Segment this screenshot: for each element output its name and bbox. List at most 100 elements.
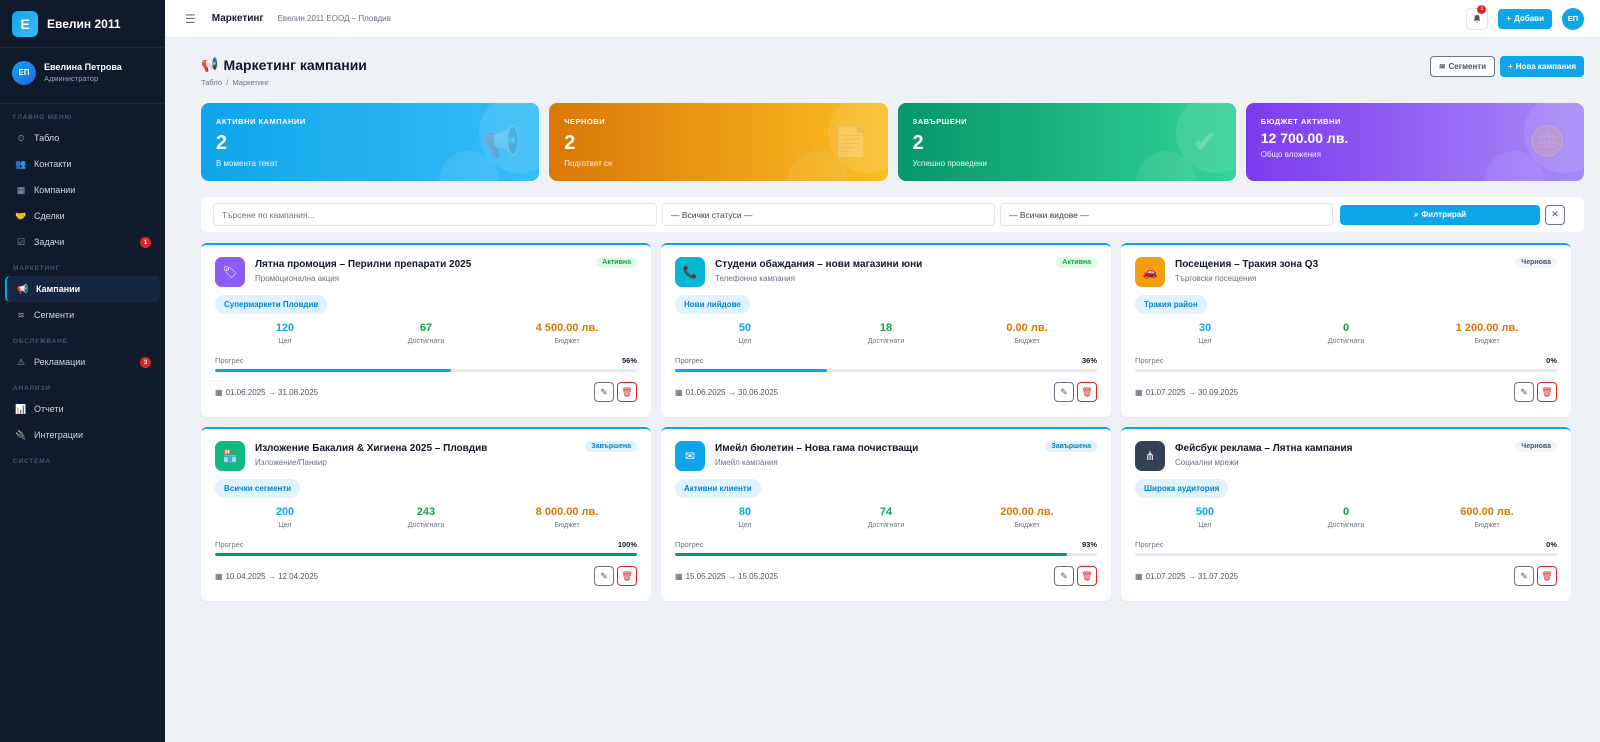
edit-icon: ✎ (1060, 386, 1068, 397)
sidebar-item-label: Кампании (36, 284, 81, 294)
breadcrumb-home[interactable]: Табло (201, 78, 222, 87)
campaign-title[interactable]: Лятна промоция – Перилни препарати 2025 (255, 259, 471, 270)
progress-value: 93% (1081, 540, 1097, 549)
edit-icon: ✎ (600, 570, 608, 581)
breadcrumb-current: Маркетинг (232, 78, 269, 87)
progress-value: 0% (1546, 356, 1557, 365)
stat-value: 2 (912, 132, 924, 154)
sidebar-item[interactable]: 👥 Контакти (0, 151, 165, 177)
edit-button[interactable]: ✎ (594, 566, 614, 586)
user-role: Администратор (44, 74, 99, 83)
sidebar-item[interactable]: 🔌 Интеграции (0, 422, 165, 448)
menu-toggle-icon[interactable]: ☰ (185, 12, 196, 26)
status-select[interactable]: — Всички статуси — (662, 203, 995, 226)
campaign-title[interactable]: Фейсбук реклама – Лятна кампания (1175, 443, 1352, 454)
type-select[interactable]: — Всички видове — (1000, 203, 1333, 226)
delete-button[interactable]: 🗑 (1537, 382, 1557, 402)
sidebar-item[interactable]: ☑ Задачи 1 (0, 229, 165, 255)
nav-section-title: ОБСЛУЖВАНЕ (13, 338, 68, 345)
delete-button[interactable]: 🗑 (1077, 382, 1097, 402)
trash-icon: 🗑 (1081, 386, 1093, 397)
sidebar-nav: ГЛАВНО МЕНЮ ⏲ Табло 👥 Контакти ▦ Компании 🤝 Сдел… (0, 114, 165, 465)
new-campaign-label: Нова кампания (1515, 62, 1576, 71)
topbar: ☰ Маркетинг Евелин 2011 ЕООД – Пловдив 1… (165, 0, 1600, 38)
campaign-card[interactable]: ⋔ Фейсбук реклама – Лятна кампания Социа… (1121, 427, 1571, 601)
calendar-icon: ▦ (675, 387, 683, 397)
delete-button[interactable]: 🗑 (1077, 566, 1097, 586)
progress-value: 36% (1081, 356, 1097, 365)
edit-button[interactable]: ✎ (1514, 566, 1534, 586)
sidebar-item[interactable]: ▦ Компании (0, 177, 165, 203)
stat-active-budget: БЮДЖЕТ АКТИВНИ 12 700.00 лв. Общо вложен… (1245, 103, 1584, 181)
add-button[interactable]: + Добави (1498, 8, 1552, 29)
notifications-button[interactable]: 1 (1466, 4, 1489, 30)
sidebar-item-label: Табло (34, 133, 60, 143)
sidebar-item-badge: 1 (140, 236, 151, 248)
store-icon: 🏪 (215, 441, 245, 471)
campaign-card[interactable]: 🏷 Лятна промоция – Перилни препарати 202… (201, 243, 651, 417)
breadcrumb: Табло / Маркетинг (201, 78, 269, 87)
edit-button[interactable]: ✎ (1054, 382, 1074, 402)
campaign-type: Изложение/Панаир (255, 458, 327, 467)
user-avatar-button[interactable]: ЕП (1562, 7, 1584, 30)
edit-icon: ✎ (1520, 386, 1528, 397)
stat-value: 2 (564, 132, 576, 154)
target-value: 30 (1198, 322, 1212, 334)
edit-button[interactable]: ✎ (1514, 382, 1534, 402)
sidebar-item[interactable]: ≋ Сегменти (0, 302, 165, 328)
campaign-metrics: 120 Цел 67 Достигнати 4 500.00 лв. Бюджет (215, 322, 637, 345)
campaign-type: Социални мрежи (1175, 458, 1239, 467)
segments-button[interactable]: ≋ Сегменти (1429, 56, 1496, 77)
delete-button[interactable]: 🗑 (617, 382, 637, 402)
campaign-dates: ▦ 01.07.2025 → 31.07.2025 (1135, 572, 1238, 581)
sidebar: Е Евелин 2011 ЕП Евелина Петрова Админис… (0, 0, 165, 742)
stat-sub: Успешно проведени (912, 159, 988, 168)
filter-button[interactable]: ⌕ Филтрирай (1340, 204, 1540, 225)
sidebar-item[interactable]: ⚠ Рекламации 3 (0, 349, 165, 375)
campaign-card[interactable]: 📞 Студени обаждания – нови магазини юни … (661, 243, 1111, 417)
campaign-title[interactable]: Студени обаждания – нови магазини юни (715, 259, 922, 270)
target-label: Цел (1198, 338, 1212, 345)
date-range: 10.04.2025 → 12.04.2025 (225, 571, 319, 581)
new-campaign-button[interactable]: + Нова кампания (1500, 56, 1584, 77)
edit-button[interactable]: ✎ (1054, 566, 1074, 586)
sidebar-item[interactable]: ⏲ Табло (0, 125, 165, 151)
plus-icon: + (1506, 14, 1512, 23)
chart-icon: 📊 (15, 403, 27, 414)
delete-button[interactable]: 🗑 (617, 566, 637, 586)
bell-icon (1474, 14, 1481, 23)
budget-label: Бюджет (554, 522, 580, 529)
segment-chip: Активни клиенти (675, 479, 761, 498)
campaign-card[interactable]: 🏪 Изложение Бакалия & Хигиена 2025 – Пло… (201, 427, 651, 601)
brand[interactable]: Е Евелин 2011 (0, 0, 165, 48)
campaign-metrics: 30 Цел 0 Достигнати 1 200.00 лв. Бюджет (1135, 322, 1557, 345)
date-range: 01.06.2025 → 31.08.2025 (225, 387, 319, 397)
progress-fill (215, 369, 452, 372)
sidebar-item-label: Отчети (34, 404, 64, 414)
progress-fill (675, 369, 827, 372)
sidebar-item[interactable]: 📢 Кампании (5, 276, 160, 302)
edit-button[interactable]: ✎ (594, 382, 614, 402)
progress-label: Прогрес (675, 540, 704, 549)
page-header: 📢 Маркетинг кампании Табло / Маркетинг ≋… (181, 38, 1584, 103)
campaign-card[interactable]: 🚗 Посещения – Тракия зона Q3 Търговски п… (1121, 243, 1571, 417)
mail-icon: ✉ (675, 441, 705, 471)
delete-button[interactable]: 🗑 (1537, 566, 1557, 586)
car-icon: 🚗 (1135, 257, 1165, 287)
campaign-title[interactable]: Изложение Бакалия & Хигиена 2025 – Пловд… (255, 443, 487, 454)
reached-label: Достигнати (1327, 522, 1365, 529)
clear-filters-button[interactable]: ✕ (1545, 204, 1565, 225)
campaign-title[interactable]: Имейл бюлетин – Нова гама почистващи (715, 443, 918, 454)
sidebar-item[interactable]: 🤝 Сделки (0, 203, 165, 229)
campaign-title[interactable]: Посещения – Тракия зона Q3 (1175, 259, 1318, 270)
stat-active-campaigns: АКТИВНИ КАМПАНИИ 2 В момента текат 📢 (201, 103, 540, 181)
progress-bar (675, 369, 1097, 372)
campaign-card[interactable]: ✉ Имейл бюлетин – Нова гама почистващи И… (661, 427, 1111, 601)
search-input[interactable] (213, 203, 657, 226)
target-label: Цел (738, 522, 752, 529)
campaign-type: Промоционална акция (255, 274, 340, 283)
sidebar-item[interactable]: 📊 Отчети (0, 396, 165, 422)
user-profile[interactable]: ЕП Евелина Петрова Администратор (0, 48, 165, 104)
reached-label: Достигнати (407, 338, 445, 345)
reached-label: Достигнати (1327, 338, 1365, 345)
